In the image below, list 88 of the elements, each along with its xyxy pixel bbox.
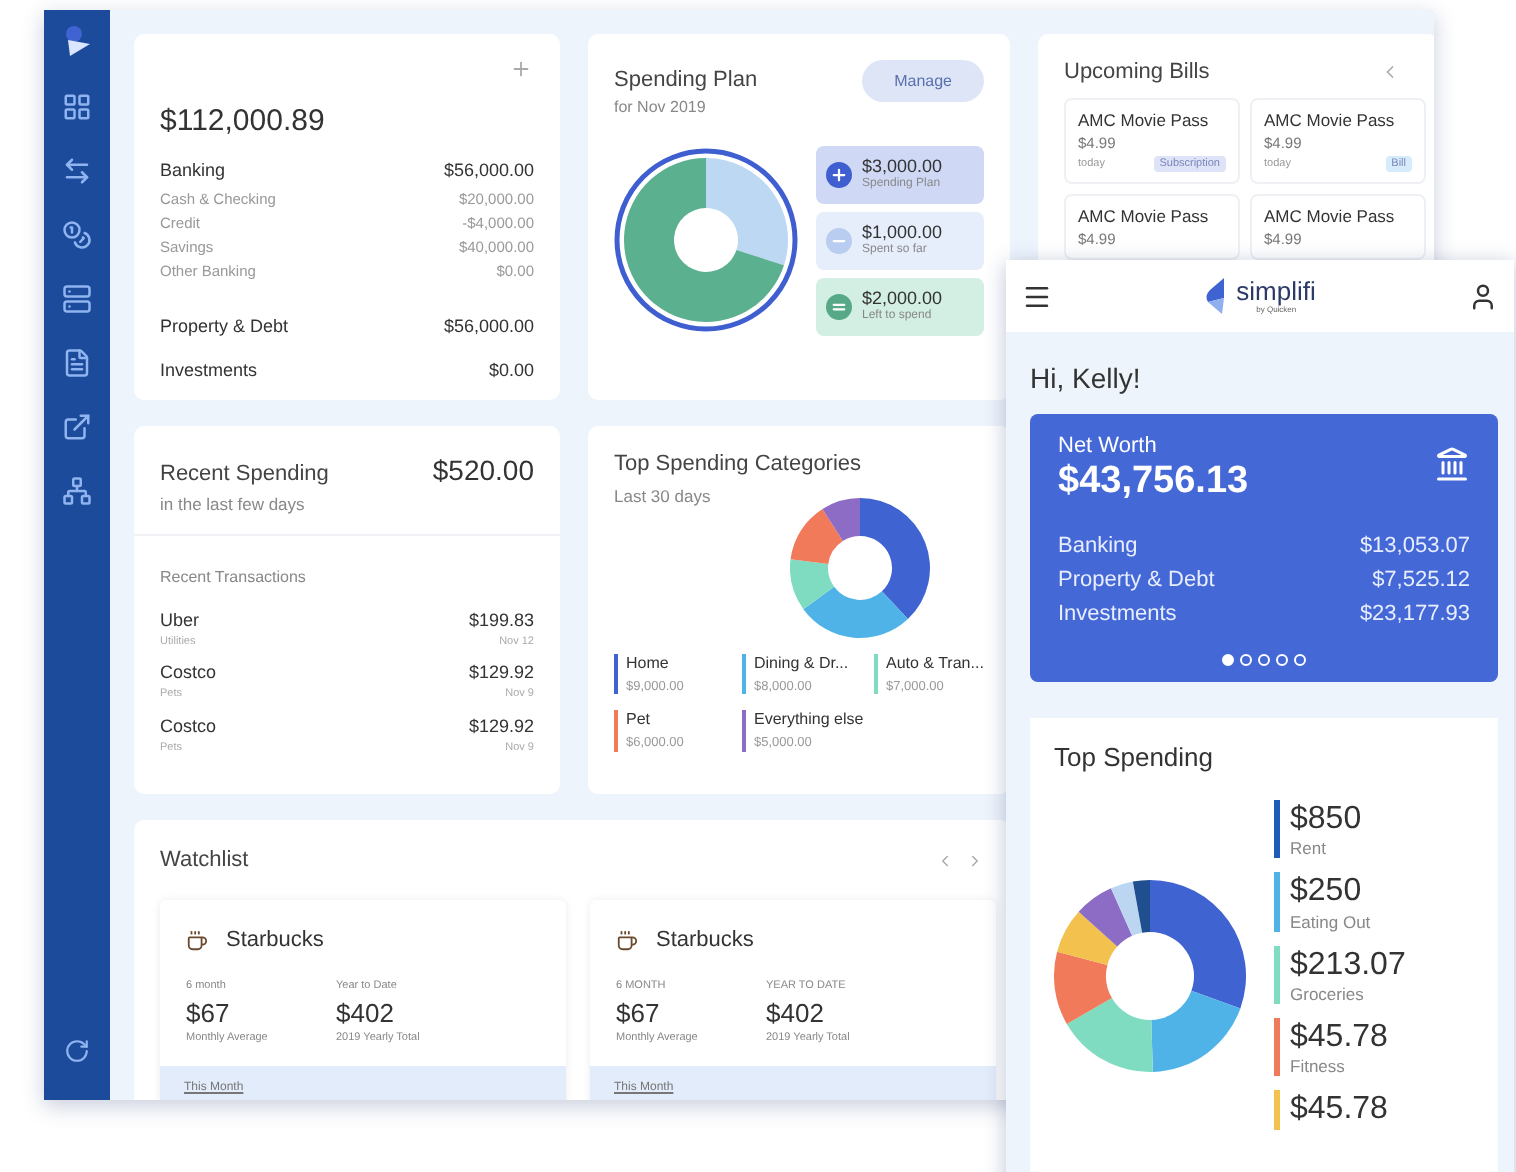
category-label: Eating Out	[1290, 911, 1371, 932]
logo-icon	[1204, 277, 1229, 314]
coffee-cup-icon	[616, 929, 638, 951]
category-amount: $250	[1290, 872, 1364, 912]
transfer-icon[interactable]	[62, 156, 92, 186]
group-amount: $0.00	[488, 360, 534, 380]
card-title: Net Worth	[1058, 434, 1159, 461]
payee: Costco	[160, 715, 217, 738]
server-icon[interactable]	[62, 284, 92, 314]
bill-name: AMC Movie Pass	[1264, 206, 1397, 226]
payee: Uber	[160, 610, 200, 632]
legend-label: Dining & Dr...	[754, 654, 849, 674]
net-worth-total: $112,000.89	[160, 104, 327, 138]
stat-value: $67	[186, 997, 232, 1029]
legend-label: Pet	[626, 710, 653, 730]
transaction-amount: $129.92	[468, 662, 534, 685]
next-icon[interactable]	[966, 851, 984, 869]
group-amount: $56,000.00	[443, 160, 534, 180]
card-title: Watchlist	[160, 848, 249, 872]
section-title: Recent Transactions	[160, 568, 306, 586]
plan-amount: $2,000.00	[862, 288, 943, 309]
category-label: Fitness	[1290, 1056, 1347, 1077]
account-label: Investments	[1058, 601, 1177, 626]
card-title: Recent Spending	[160, 462, 329, 486]
user-icon[interactable]	[1467, 281, 1498, 311]
card-title: Top Spending Categories	[614, 452, 864, 476]
plan-amount: $3,000.00	[862, 156, 943, 177]
card-title: Spending Plan	[614, 68, 758, 95]
group-amount: $56,000.00	[443, 316, 534, 336]
plan-amount: $1,000.00	[862, 222, 943, 243]
account-label: Banking	[1058, 533, 1138, 558]
transaction-amount: $199.83	[468, 610, 534, 632]
category-amount: $45.78	[1290, 1090, 1388, 1130]
bank-icon	[1434, 446, 1470, 482]
card-subtitle: in the last few days	[160, 494, 307, 514]
dashboard-icon[interactable]	[62, 92, 92, 122]
transaction-amount: $129.92	[468, 715, 534, 738]
external-link-icon[interactable]	[62, 412, 92, 442]
bill-name: AMC Movie Pass	[1078, 110, 1211, 130]
card-subtitle: Last 30 days	[614, 486, 713, 506]
category-amount: $213.07	[1290, 945, 1406, 984]
bill-name: AMC Movie Pass	[1078, 206, 1211, 226]
group-label: Banking	[160, 160, 226, 180]
payee: Costco	[160, 662, 217, 685]
card-title: Upcoming Bills	[1064, 60, 1210, 84]
account-amount: $23,177.93	[1359, 601, 1470, 626]
page-dot[interactable]	[1294, 653, 1306, 666]
merchant-name: Starbucks	[656, 928, 754, 952]
logo-icon	[63, 26, 91, 58]
legend-label: Auto & Tran...	[886, 654, 984, 674]
account-amount: $7,525.12	[1372, 567, 1470, 592]
legend-label: Home	[626, 654, 671, 674]
category-donut-drawing	[789, 498, 929, 638]
recent-spending-total: $520.00	[432, 454, 534, 486]
page-dot[interactable]	[1276, 653, 1288, 666]
account-label: Property & Debt	[1058, 567, 1215, 592]
category-amount: $850	[1290, 799, 1362, 839]
menu-icon[interactable]	[1022, 281, 1052, 311]
card-subtitle: for Nov 2019	[614, 98, 708, 118]
bill-name: AMC Movie Pass	[1264, 110, 1397, 130]
brand-name: simplifi	[1236, 275, 1316, 306]
document-icon[interactable]	[62, 348, 92, 378]
plus-icon	[826, 161, 852, 188]
category-label: Rent	[1290, 838, 1328, 859]
minus-icon	[826, 227, 852, 254]
network-icon[interactable]	[62, 476, 92, 506]
stat-value: $67	[616, 997, 662, 1029]
net-worth-amount: $43,756.13	[1058, 460, 1249, 506]
account-amount: $13,053.07	[1359, 533, 1470, 558]
refresh-icon[interactable]	[64, 1038, 90, 1064]
card-title: Top Spending	[1054, 741, 1216, 772]
stat-value: $402	[766, 997, 826, 1029]
legend-label: Everything else	[754, 710, 864, 730]
stat-value: $402	[336, 997, 396, 1029]
group-label: Investments	[160, 360, 258, 380]
category-label: Groceries	[1290, 983, 1366, 1005]
category-amount: $45.78	[1290, 1018, 1388, 1057]
group-label: Property & Debt	[160, 316, 289, 336]
add-icon[interactable]	[510, 58, 532, 80]
previous-icon[interactable]	[936, 851, 954, 869]
page-dot[interactable]	[1240, 653, 1252, 666]
page-dot[interactable]	[1222, 653, 1234, 666]
equals-icon	[826, 293, 852, 320]
page-dot[interactable]	[1258, 653, 1270, 666]
coins-icon[interactable]	[62, 220, 92, 250]
coffee-cup-icon	[186, 929, 208, 951]
greeting: Hi, Kelly!	[1030, 362, 1143, 394]
merchant-name: Starbucks	[226, 928, 324, 952]
